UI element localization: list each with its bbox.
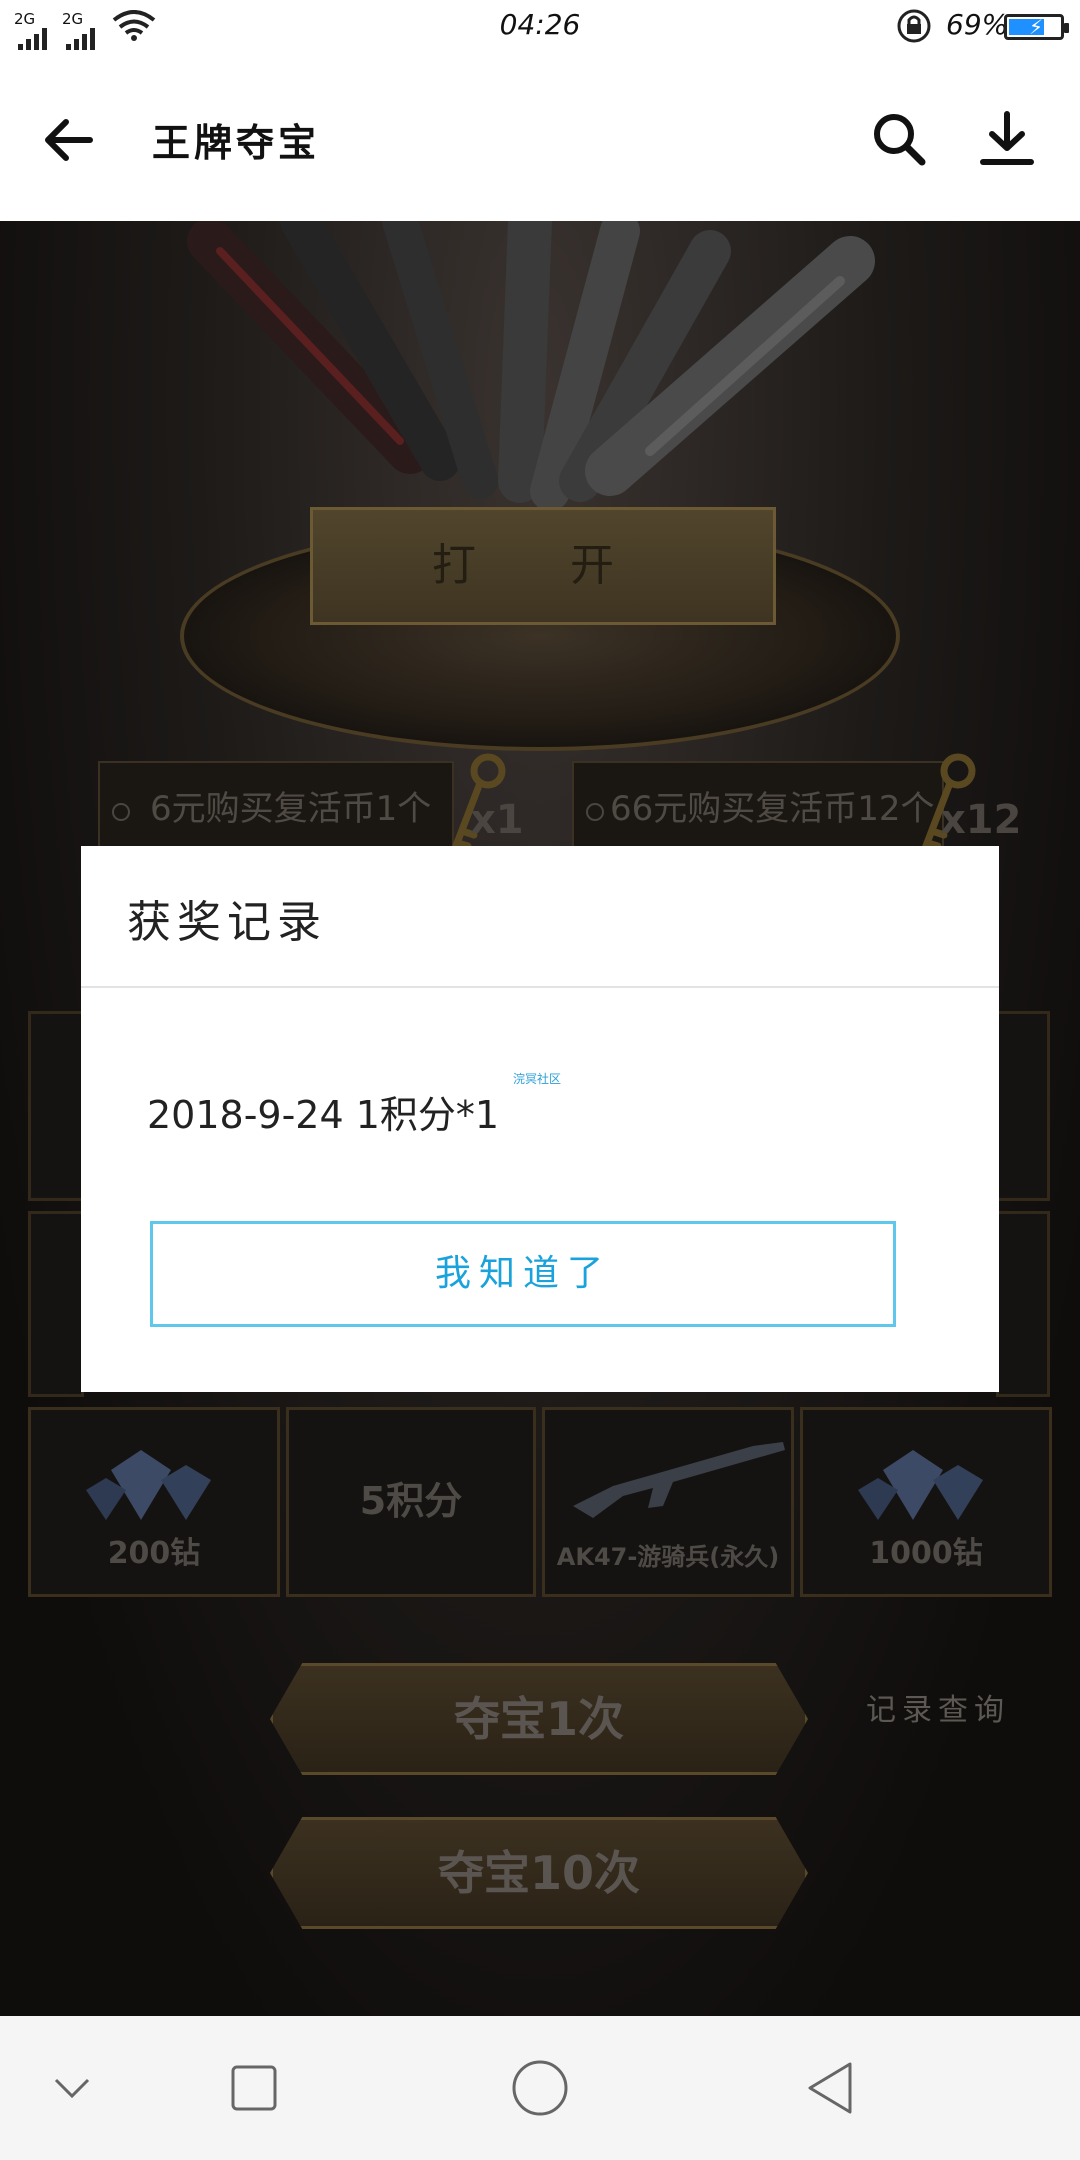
- back-arrow-icon[interactable]: [42, 114, 94, 166]
- page-title: 王牌夺宝: [152, 121, 321, 165]
- search-icon[interactable]: [870, 110, 928, 168]
- dialog-header: 获奖记录: [81, 846, 999, 988]
- prize-record-dialog: 获奖记录 2018-9-24 1积分*1 浣冥社区 我知道了: [81, 846, 999, 1392]
- prize-cell: 5积分: [286, 1407, 536, 1597]
- buy-option-1-label: 6元购买复活币1个: [150, 789, 432, 829]
- open-button[interactable]: 打 开: [310, 507, 776, 625]
- watermark-text: 浣冥社区: [513, 1072, 562, 1086]
- prize-cell: AK47-游骑兵(永久): [542, 1407, 794, 1597]
- download-icon[interactable]: [978, 110, 1036, 168]
- app-bar: 王牌夺宝: [0, 56, 1080, 221]
- draw-ten-button[interactable]: 夺宝10次: [270, 1817, 808, 1929]
- buy-option-2-label: 66元购买复活币12个: [610, 789, 935, 829]
- weapons-banner-image: [187, 221, 875, 511]
- prize-label: 200钻: [107, 1536, 201, 1571]
- prize-label: AK47-游骑兵(永久): [556, 1543, 780, 1571]
- record-query-link[interactable]: 记录查询: [866, 1685, 1010, 1729]
- diamond-icon: [86, 1450, 211, 1520]
- buy-option-1-multiplier: x1: [470, 797, 524, 843]
- draw-once-button[interactable]: 夺宝1次: [270, 1663, 808, 1775]
- prize-cell: 200钻: [28, 1407, 280, 1597]
- prize-cell: [28, 1211, 84, 1397]
- prize-cell: [996, 1211, 1050, 1397]
- prize-cell: 1000钻: [800, 1407, 1052, 1597]
- prize-label: 5积分: [359, 1479, 463, 1523]
- prize-record-entry: 2018-9-24 1积分*1: [147, 1093, 500, 1137]
- navigation-bar: [0, 2016, 1080, 2160]
- dialog-title: 获奖记录: [127, 897, 327, 948]
- status-bar: 2G 2G 04:26 69% ⚡: [0, 0, 1080, 56]
- ok-button[interactable]: 我知道了: [150, 1221, 896, 1327]
- chevron-down-icon[interactable]: [52, 2074, 92, 2102]
- prize-cell: [28, 1011, 84, 1201]
- back-triangle-icon[interactable]: [804, 2060, 856, 2116]
- prize-label: 1000钻: [869, 1536, 983, 1571]
- battery-icon: ⚡: [1004, 14, 1069, 40]
- diamond-icon: [858, 1450, 983, 1520]
- recents-square-icon[interactable]: [230, 2064, 278, 2112]
- rotation-lock-icon: [897, 9, 931, 43]
- buy-option-2-multiplier: x12: [940, 797, 1022, 843]
- rifle-icon: [573, 1442, 785, 1518]
- battery-percent: 69%: [946, 8, 1009, 41]
- home-circle-icon[interactable]: [510, 2058, 570, 2118]
- prize-cell: [996, 1011, 1050, 1201]
